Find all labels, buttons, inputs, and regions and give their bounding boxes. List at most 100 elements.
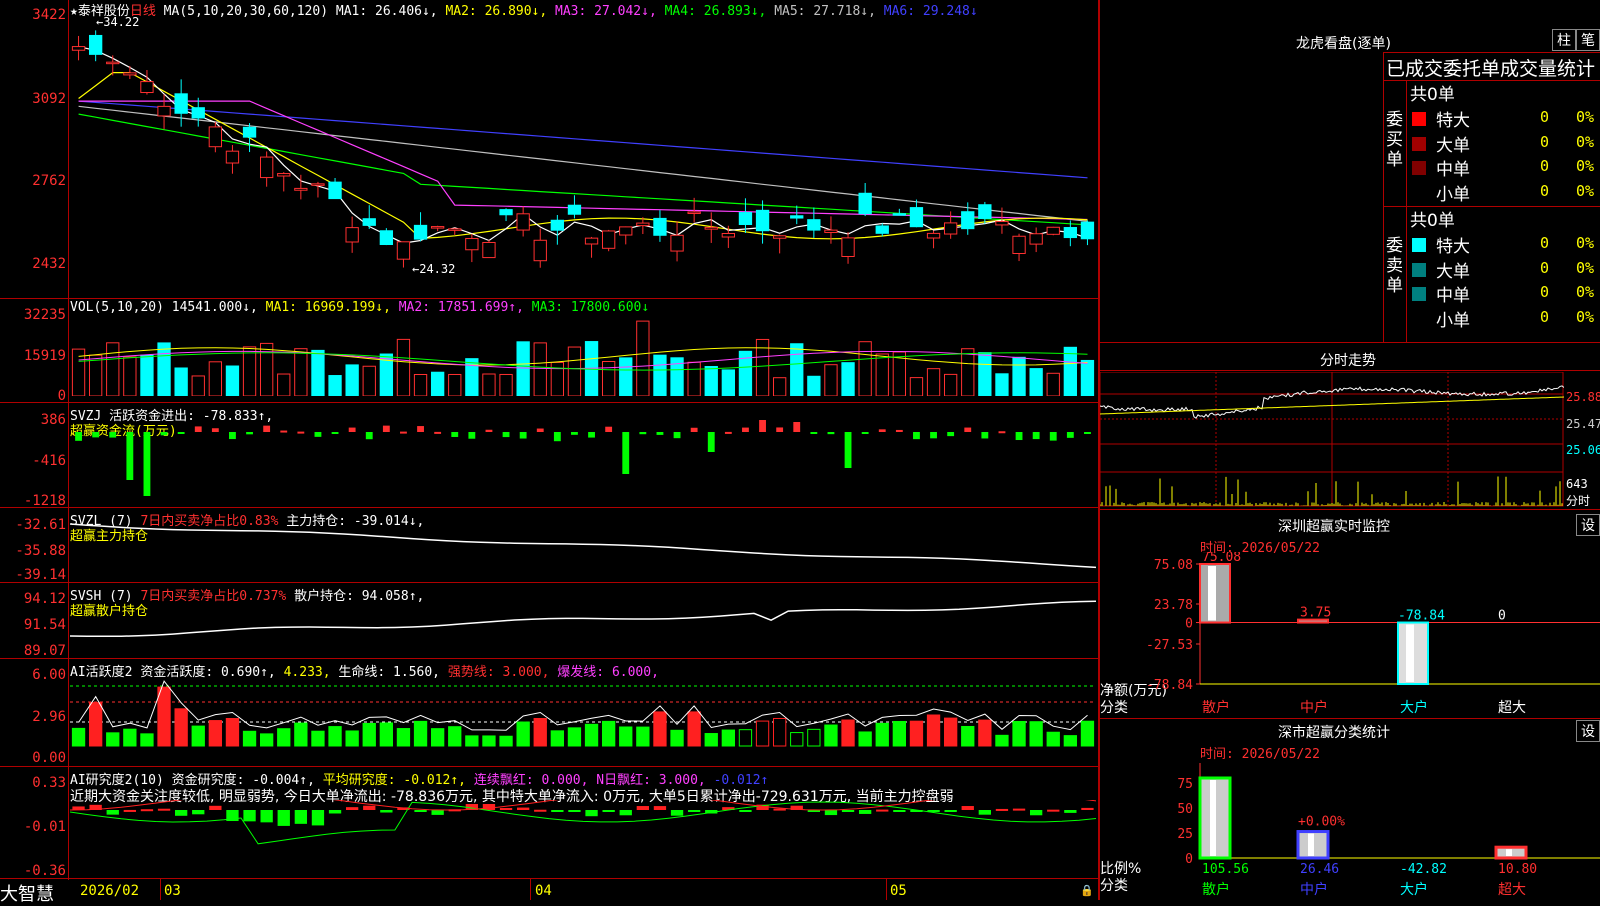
activity-bar — [790, 732, 804, 747]
flow-bar — [365, 432, 373, 440]
flow-bar — [913, 432, 920, 440]
volume-bar — [174, 367, 188, 396]
sell-color-swatch — [1412, 311, 1426, 326]
candle-body — [670, 234, 684, 252]
flow-bar — [92, 432, 100, 438]
class-bar-label: +0.00% — [1298, 815, 1345, 830]
candle-body — [413, 224, 428, 240]
activity-bar — [516, 721, 530, 747]
class-bar-highlight — [1308, 833, 1314, 856]
ma-value: MA2: 26.890↓, — [445, 4, 556, 19]
ma-values: MA1: 26.406↓, MA2: 26.890↓, MA3: 27.042↓… — [336, 4, 978, 19]
y-tick: -32.61 — [15, 517, 66, 533]
flow-bar — [75, 432, 82, 441]
candle-body — [995, 220, 1009, 226]
research-bar — [414, 810, 427, 812]
activity-bar — [362, 722, 376, 747]
research-bar — [260, 810, 273, 823]
monitor-chart[interactable]: 75.08 23.78 0 -27.53 -78.84 75.08 散户 3.75 中户 -78.… — [1100, 552, 1600, 718]
flow-bar — [536, 428, 544, 432]
kline-chart[interactable] — [70, 18, 1096, 296]
volume-bar — [448, 373, 462, 396]
flow-bar — [246, 432, 253, 435]
sell-color-swatch — [1412, 238, 1426, 252]
flow-bar — [998, 431, 1006, 434]
date-label: 03 — [164, 883, 181, 899]
volume-bar — [225, 365, 240, 396]
research-bar — [345, 807, 359, 810]
research-bar — [294, 810, 308, 824]
ai-activity-chart[interactable] — [70, 670, 1096, 766]
divider — [0, 582, 1098, 583]
buy-row-count: 0 — [1540, 132, 1550, 151]
candle-body — [396, 241, 411, 260]
bar-mode-button[interactable]: 柱 — [1552, 29, 1576, 51]
candle-body — [106, 61, 120, 65]
research-bar — [363, 805, 376, 810]
class-settings-button[interactable]: 设 — [1576, 720, 1600, 742]
candle-body — [140, 81, 154, 94]
volume-bar — [961, 348, 975, 396]
monitor-settings-button[interactable]: 设 — [1576, 514, 1600, 536]
y-tick: 2432 — [32, 256, 66, 272]
research-bar — [876, 809, 889, 812]
sell-row-name: 特大 — [1436, 237, 1470, 257]
intraday-chart[interactable] — [1100, 372, 1564, 508]
research-bar — [619, 810, 632, 816]
candle-body — [738, 212, 753, 226]
volume-bar — [790, 343, 804, 396]
flow-bar — [434, 431, 442, 434]
candle-body — [345, 227, 359, 243]
divider — [1100, 718, 1600, 719]
flow-bar — [417, 426, 424, 432]
svsh-chart[interactable] — [70, 596, 1096, 658]
candle-body — [328, 181, 342, 200]
flow-bar — [143, 432, 151, 496]
y-tick: -27.53 — [1146, 638, 1193, 653]
tick-mode-button[interactable]: 笔 — [1576, 29, 1600, 51]
volume-bar — [345, 364, 359, 396]
candle-body — [550, 219, 565, 231]
flow-bar — [588, 432, 595, 438]
flow-bar — [553, 432, 561, 442]
buy-row-name: 小单 — [1436, 184, 1470, 205]
ma-params: MA(5,10,20,30,60,120) — [163, 4, 329, 19]
flow-bar — [348, 427, 356, 432]
activity-bar — [875, 722, 889, 747]
volume-chart[interactable] — [70, 312, 1096, 396]
activity-bar — [619, 726, 633, 747]
activity-bar — [311, 730, 325, 747]
candle-body — [926, 232, 941, 239]
divider — [1383, 52, 1600, 53]
class-chart[interactable]: 75 50 25 0 105.56 散户 26.46 中户 -42.82 大户 10.80 超大 +0.… — [1100, 758, 1600, 900]
divider — [0, 658, 1098, 659]
research-bar — [551, 810, 564, 812]
divider — [1100, 509, 1600, 510]
date-label: 05 — [890, 883, 907, 899]
candle-body — [88, 34, 103, 55]
ma-value: MA1: 26.406↓, — [335, 4, 446, 19]
research-bar — [140, 809, 154, 812]
candle-body — [892, 213, 907, 216]
svzl-chart[interactable] — [70, 520, 1096, 582]
activity-bar — [1063, 735, 1078, 747]
svzj-chart[interactable] — [70, 420, 1096, 506]
ai-research-chart[interactable] — [70, 800, 1096, 878]
sell-row-pct: 0% — [1576, 258, 1595, 277]
class-value-label: 10.80 — [1498, 862, 1537, 877]
sell-row-pct: 0% — [1576, 307, 1595, 326]
y-tick: 75.08 — [1154, 558, 1193, 573]
flow-bar — [793, 422, 801, 432]
flow-bar — [981, 432, 989, 439]
activity-bar — [225, 717, 240, 747]
flow-bar — [109, 432, 117, 438]
research-bar — [893, 810, 906, 812]
y-tick: 89.07 — [23, 643, 66, 659]
flow-bar — [502, 432, 510, 438]
research-line — [70, 801, 1096, 845]
y-tick: 32235 — [23, 307, 66, 323]
flow-bar — [622, 432, 630, 474]
buy-total: 共0单 — [1410, 85, 1455, 105]
activity-bar — [978, 719, 992, 747]
lock-icon[interactable]: 🔒 — [1080, 884, 1094, 897]
